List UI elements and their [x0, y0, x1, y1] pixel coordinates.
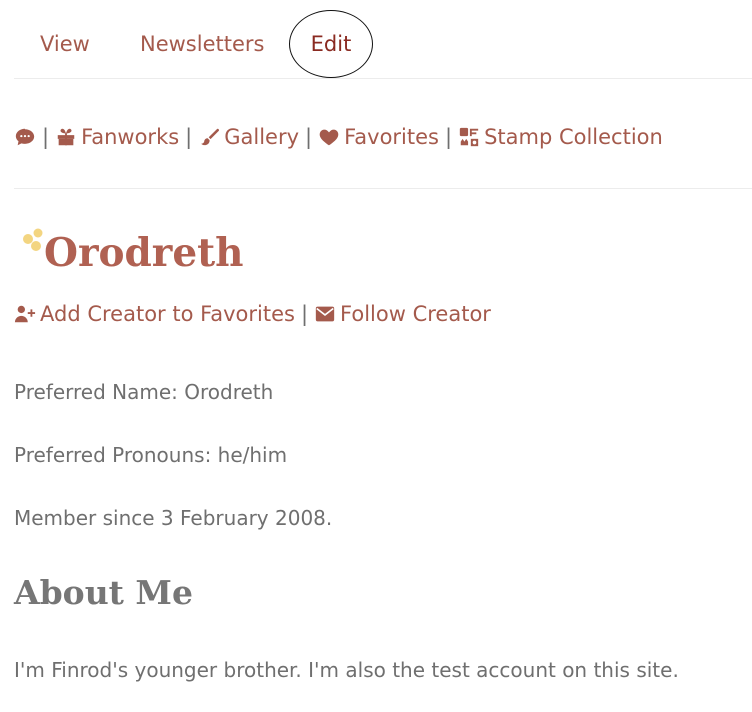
stamp-collection-label: Stamp Collection	[484, 125, 663, 149]
tab-newsletters[interactable]: Newsletters	[140, 10, 264, 78]
heart-icon	[318, 126, 340, 148]
preferred-pronouns: Preferred Pronouns: he/him	[14, 443, 288, 467]
tab-edit[interactable]: Edit	[289, 10, 373, 78]
tab-view[interactable]: View	[40, 10, 90, 78]
subnav-separator: |	[305, 125, 313, 149]
actions-separator: |	[300, 302, 309, 326]
fanworks-link[interactable]: Fanworks	[55, 125, 179, 149]
about-me-heading: About Me	[14, 573, 193, 612]
follow-creator-label: Follow Creator	[340, 302, 491, 326]
add-creator-to-favorites[interactable]: Add Creator to Favorites	[14, 302, 295, 326]
gift-icon	[55, 126, 77, 148]
follow-creator[interactable]: Follow Creator	[314, 302, 491, 326]
creator-subnav: | Fanworks | Gallery | Favorites | Stamp…	[14, 120, 663, 154]
fanworks-label: Fanworks	[81, 125, 180, 149]
creator-name: Orodreth	[44, 230, 244, 276]
subnav-separator: |	[42, 125, 50, 149]
gallery-link[interactable]: Gallery	[198, 125, 299, 149]
chat-bubble-icon[interactable]	[14, 126, 36, 148]
subnav-separator: |	[444, 125, 453, 149]
user-plus-icon	[14, 303, 36, 325]
member-since: Member since 3 February 2008.	[14, 506, 333, 530]
favorites-link[interactable]: Favorites	[318, 125, 439, 149]
add-creator-to-favorites-label: Add Creator to Favorites	[40, 302, 295, 326]
gallery-label: Gallery	[224, 125, 300, 149]
profile-tabs: View Newsletters Edit	[14, 0, 752, 79]
subnav-separator: |	[185, 125, 193, 149]
stamp-collection-icon	[458, 126, 480, 148]
about-me-text: I'm Finrod's younger brother. I'm also t…	[14, 658, 679, 682]
stamp-collection-link[interactable]: Stamp Collection	[458, 125, 663, 149]
section-divider	[14, 188, 752, 189]
favorites-label: Favorites	[344, 125, 439, 149]
paintbrush-icon	[198, 126, 220, 148]
preferred-name: Preferred Name: Orodreth	[14, 380, 274, 404]
envelope-icon	[314, 303, 336, 325]
creator-actions: Add Creator to Favorites | Follow Creato…	[14, 298, 491, 330]
